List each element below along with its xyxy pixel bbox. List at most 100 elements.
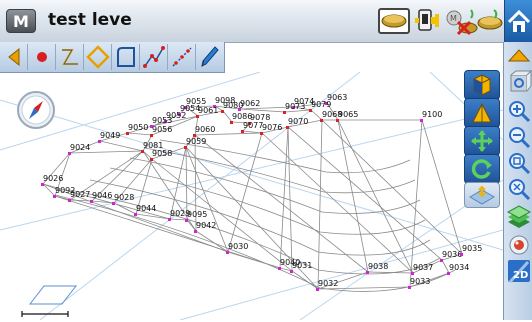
point-marker[interactable] (184, 146, 187, 149)
polygon-icon[interactable] (86, 44, 112, 70)
zoom-window-icon[interactable] (506, 150, 532, 176)
line-points-icon[interactable] (142, 44, 168, 70)
point-marker[interactable] (336, 119, 339, 122)
point-marker[interactable] (194, 230, 197, 233)
point-marker[interactable] (241, 130, 244, 133)
point-label[interactable]: 9053 (152, 116, 172, 125)
point-label[interactable]: 9037 (413, 263, 433, 272)
point-label[interactable]: 9050 (128, 123, 148, 132)
point-label[interactable]: 9056 (152, 125, 172, 134)
no-tracking-icon[interactable]: M (444, 8, 478, 36)
point-label[interactable]: 9035 (462, 244, 482, 253)
point-label[interactable]: 9070 (288, 117, 308, 126)
layers-icon[interactable] (506, 204, 532, 230)
point-marker[interactable] (316, 288, 319, 291)
menu-button[interactable]: M (6, 9, 36, 33)
point-label[interactable]: 9032 (318, 279, 338, 288)
zoom-extent-icon[interactable] (506, 176, 532, 202)
point-marker[interactable] (290, 270, 293, 273)
record-point-icon[interactable] (30, 44, 56, 70)
compass-icon[interactable] (16, 90, 56, 130)
point-marker[interactable] (447, 272, 450, 275)
point-marker[interactable] (320, 119, 323, 122)
gps-status-icon[interactable] (413, 8, 445, 34)
point-label[interactable]: 9036 (442, 250, 462, 259)
back-arrow-icon[interactable] (2, 44, 28, 70)
point-marker[interactable] (68, 199, 71, 202)
dotted-line-icon[interactable] (170, 44, 196, 70)
rotate-3d-icon[interactable] (506, 69, 532, 96)
point-marker[interactable] (185, 219, 188, 222)
point-label[interactable]: 9077 (243, 121, 263, 130)
point-label[interactable]: 9073 (285, 102, 305, 111)
point-marker[interactable] (309, 109, 312, 112)
point-label[interactable]: 9042 (196, 221, 216, 230)
point-marker[interactable] (134, 213, 137, 216)
point-marker[interactable] (168, 218, 171, 221)
point-label[interactable]: 9033 (410, 277, 430, 286)
home-button[interactable] (504, 0, 532, 42)
point-label[interactable]: 9095 (187, 210, 207, 219)
point-label[interactable]: 9046 (92, 191, 112, 200)
point-marker[interactable] (98, 140, 101, 143)
point-label[interactable]: 9061 (198, 106, 218, 115)
point-marker[interactable] (408, 286, 411, 289)
point-label[interactable]: 9058 (152, 149, 172, 158)
point-label[interactable]: 9049 (100, 131, 120, 140)
point-marker[interactable] (411, 272, 414, 275)
point-marker[interactable] (68, 152, 71, 155)
point-marker[interactable] (278, 267, 281, 270)
collapse-up-icon[interactable] (506, 44, 532, 70)
refresh-icon[interactable] (464, 154, 500, 184)
point-label[interactable]: 9031 (292, 261, 312, 270)
mesh-edge (222, 110, 233, 123)
point-label[interactable]: 9076 (262, 123, 282, 132)
area-icon[interactable] (114, 44, 140, 70)
point-label[interactable]: 9065 (338, 110, 358, 119)
point-label[interactable]: 9079 (311, 100, 331, 109)
point-marker[interactable] (126, 132, 129, 135)
locate-icon[interactable] (506, 232, 532, 258)
memory-disk-icon[interactable] (378, 8, 410, 34)
point-label[interactable]: 9100 (422, 110, 442, 119)
point-marker[interactable] (460, 253, 463, 256)
point-marker[interactable] (230, 121, 233, 124)
tin-surface-icon[interactable] (464, 98, 500, 128)
view-2d-icon[interactable]: 2D (506, 258, 532, 284)
point-label[interactable]: 9059 (186, 137, 206, 146)
point-marker[interactable] (41, 183, 44, 186)
zoom-out-icon[interactable] (506, 124, 532, 150)
polyline-icon[interactable] (58, 44, 84, 70)
point-label[interactable]: 9026 (43, 174, 63, 183)
point-marker[interactable] (53, 195, 56, 198)
point-marker[interactable] (440, 259, 443, 262)
point-label[interactable]: 9030 (228, 242, 248, 251)
point-label[interactable]: 9044 (136, 204, 156, 213)
point-label[interactable]: 9034 (449, 263, 469, 272)
pen-icon[interactable] (198, 44, 224, 70)
point-marker[interactable] (366, 271, 369, 274)
view-box-icon[interactable] (464, 70, 500, 100)
point-marker[interactable] (196, 115, 199, 118)
point-label[interactable]: 9027 (70, 190, 90, 199)
point-marker[interactable] (150, 158, 153, 161)
point-marker[interactable] (226, 251, 229, 254)
point-marker[interactable] (286, 126, 289, 129)
point-marker[interactable] (112, 202, 115, 205)
storage-disk-icon[interactable] (476, 8, 504, 34)
point-label[interactable]: 9024 (70, 143, 90, 152)
point-marker[interactable] (150, 134, 153, 137)
point-marker[interactable] (90, 200, 93, 203)
point-marker[interactable] (260, 132, 263, 135)
point-label[interactable]: 9080 (223, 101, 243, 110)
point-marker[interactable] (420, 119, 423, 122)
point-label[interactable]: 9038 (368, 262, 388, 271)
elevation-icon[interactable] (464, 182, 500, 208)
point-marker[interactable] (141, 150, 144, 153)
point-label[interactable]: 9028 (114, 193, 134, 202)
point-label[interactable]: 9060 (195, 125, 215, 134)
pan-icon[interactable] (464, 126, 500, 156)
point-marker[interactable] (221, 110, 224, 113)
point-marker[interactable] (283, 111, 286, 114)
zoom-in-icon[interactable] (506, 98, 532, 124)
